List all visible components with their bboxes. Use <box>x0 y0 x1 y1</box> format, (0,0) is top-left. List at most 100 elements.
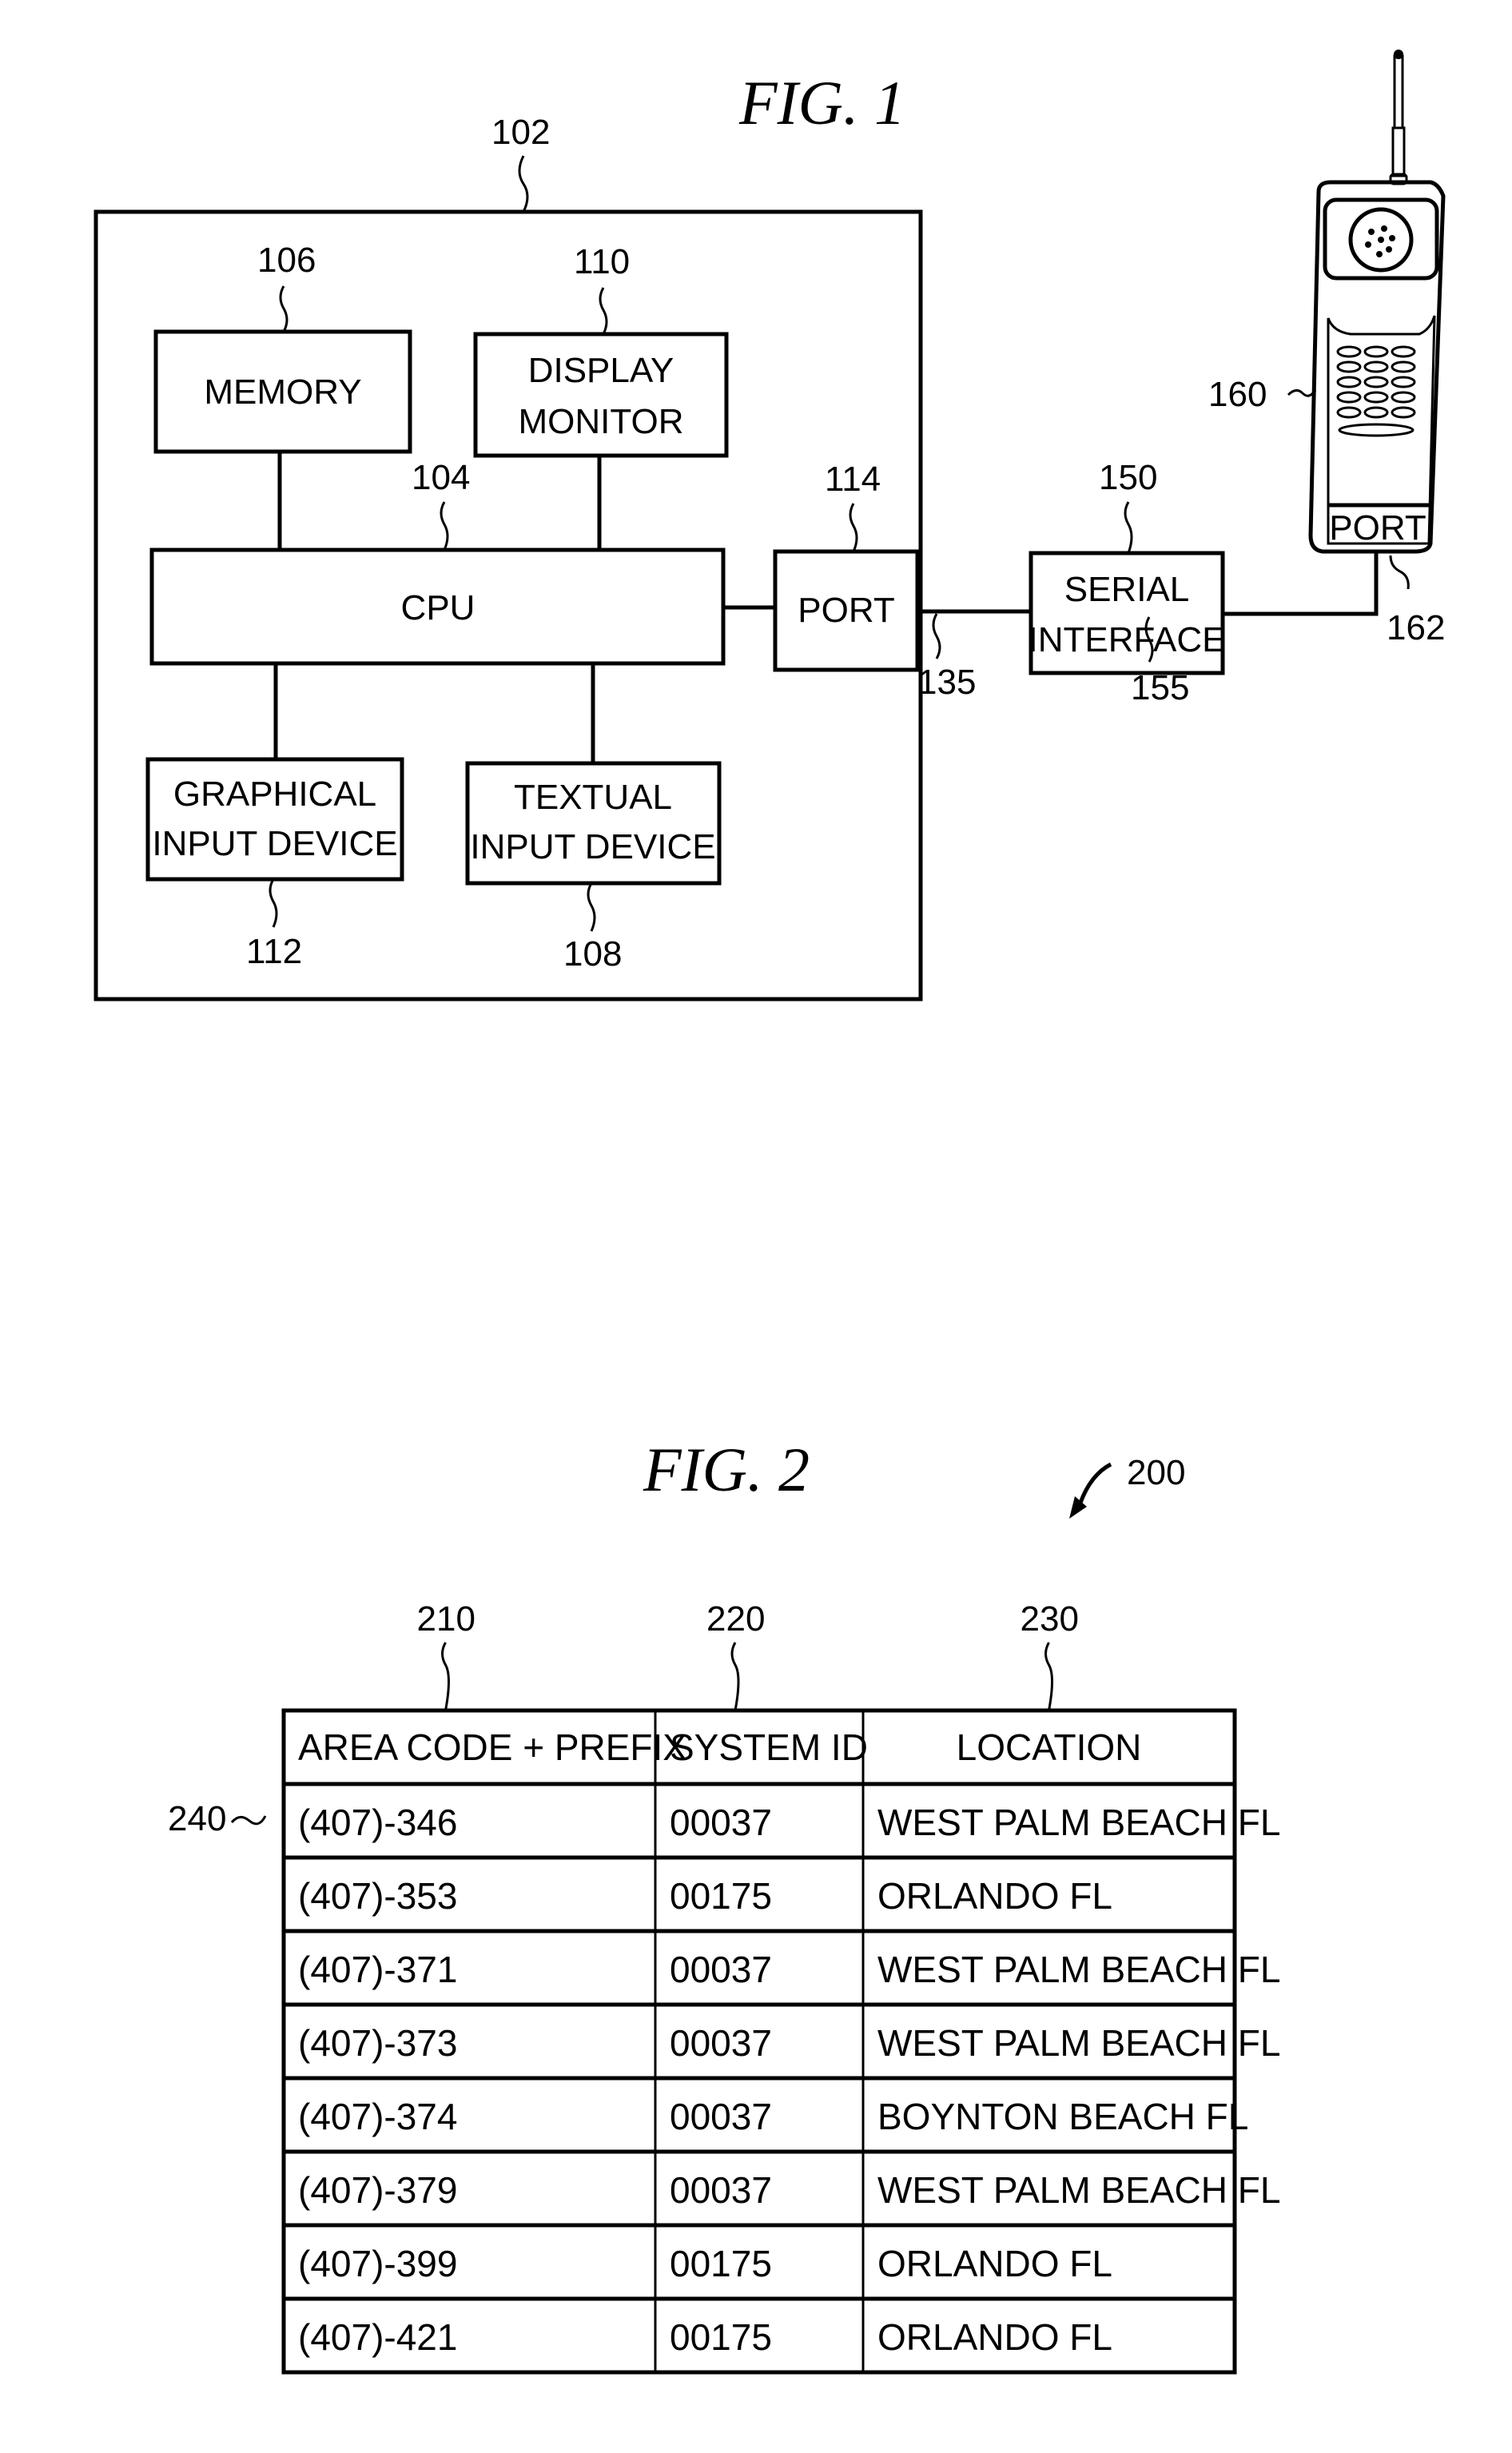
table-cell: (407)-353 <box>298 1875 457 1917</box>
ref-160: 160 <box>1208 375 1267 414</box>
ref-110: 110 <box>574 242 630 281</box>
table-cell: 00037 <box>670 2096 772 2137</box>
serial-interface-label-line2: INTERFACE <box>1029 620 1226 659</box>
table-row: (407)-346 00037 WEST PALM BEACH FL <box>298 1802 1280 1843</box>
phone-body <box>1308 180 1446 554</box>
table-row: (407)-379 00037 WEST PALM BEACH FL <box>298 2169 1280 2211</box>
leader-108 <box>587 882 596 932</box>
textual-input-device-block: TEXTUAL INPUT DEVICE 108 <box>465 761 722 974</box>
table-cell: BOYNTON BEACH FL <box>877 2096 1248 2137</box>
port-label: PORT <box>798 591 894 630</box>
table-cell: WEST PALM BEACH FL <box>877 1802 1280 1843</box>
serial-interface-block: SERIAL INTERFACE 150 <box>1029 458 1226 675</box>
arrow-200 <box>1078 1462 1112 1503</box>
leader-150 <box>1124 501 1133 554</box>
leader-112 <box>269 878 278 928</box>
column-header: SYSTEM ID <box>670 1726 868 1768</box>
leader-110 <box>599 287 608 335</box>
table-cell: 00175 <box>670 2243 772 2284</box>
table-row: (407)-371 00037 WEST PALM BEACH FL <box>298 1949 1280 1990</box>
ref-104: 104 <box>412 458 470 497</box>
table-cell: (407)-373 <box>298 2022 457 2064</box>
antenna-lower <box>1391 126 1406 177</box>
cpu-block: CPU 104 <box>149 458 726 666</box>
display-label-line1: DISPLAY <box>528 351 674 390</box>
patent-drawing-sheet: FIG. 1 102 MEMORY 106 DISPLAY MONITOR 11… <box>94 50 1446 2375</box>
memory-block: MEMORY 106 <box>153 241 412 454</box>
table-cell: (407)-421 <box>298 2316 457 2358</box>
table-cell: (407)-371 <box>298 1949 457 1990</box>
ref-114: 114 <box>825 460 881 499</box>
memory-label: MEMORY <box>204 372 361 412</box>
display-label-line2: MONITOR <box>519 402 684 441</box>
table-row: (407)-353 00175 ORLANDO FL <box>298 1875 1112 1917</box>
column-ref-labels: 210 220 230 <box>417 1599 1079 1711</box>
column-ref-leader <box>730 1642 740 1711</box>
arrow-200-head-icon <box>1069 1496 1087 1519</box>
serial-interface-label-line1: SERIAL <box>1064 570 1190 609</box>
fig1-title: FIG. 1 <box>738 68 905 137</box>
ref-200: 200 <box>1127 1453 1185 1492</box>
table-cell: WEST PALM BEACH FL <box>877 2022 1280 2064</box>
speaker-holes <box>1365 225 1395 257</box>
port-block: PORT 114 <box>773 460 920 672</box>
display-monitor-block: DISPLAY MONITOR 110 <box>473 242 729 458</box>
table-cell: ORLANDO FL <box>877 1875 1112 1917</box>
table-row: (407)-374 00037 BOYNTON BEACH FL <box>298 2096 1248 2137</box>
table-cell: (407)-379 <box>298 2169 457 2211</box>
ref-240: 240 <box>168 1799 226 1838</box>
ref-106: 106 <box>257 241 316 280</box>
leader-160 <box>1287 389 1317 397</box>
ref-112: 112 <box>246 932 302 971</box>
leader-240 <box>230 1815 267 1826</box>
ref-135: 135 <box>917 663 976 702</box>
table-cell: (407)-374 <box>298 2096 457 2137</box>
keypad-keys <box>1336 345 1416 437</box>
system-id-table: AREA CODE + PREFIXSYSTEM ID LOCATION (407)… <box>281 1708 1280 2375</box>
column-header: LOCATION <box>957 1726 1142 1768</box>
table-cell: 00037 <box>670 2022 772 2064</box>
table-cell: 00175 <box>670 1875 772 1917</box>
ref-155: 155 <box>1131 668 1189 707</box>
table-cell: 00037 <box>670 2169 772 2211</box>
ref-102: 102 <box>491 113 550 152</box>
textual-input-label-line2: INPUT DEVICE <box>470 827 715 866</box>
ref-150: 150 <box>1099 458 1157 497</box>
table-cell: WEST PALM BEACH FL <box>877 2169 1280 2211</box>
table-cell: ORLANDO FL <box>877 2243 1112 2284</box>
antenna-tip-icon <box>1394 50 1403 59</box>
leader-114 <box>849 503 858 552</box>
column-ref: 230 <box>1021 1599 1079 1639</box>
graphical-input-label-line2: INPUT DEVICE <box>152 824 397 863</box>
table-cell: 00037 <box>670 1802 772 1843</box>
fig2-title: FIG. 2 <box>643 1435 810 1504</box>
cpu-label: CPU <box>401 588 475 627</box>
table-cell: 00175 <box>670 2316 772 2358</box>
table-cell: WEST PALM BEACH FL <box>877 1949 1280 1990</box>
column-ref: 220 <box>706 1599 765 1639</box>
graphical-input-label-line1: GRAPHICAL <box>173 775 376 814</box>
leader-135 <box>932 613 941 659</box>
ref-162: 162 <box>1387 608 1445 647</box>
table-cell: (407)-399 <box>298 2243 457 2284</box>
table-row: (407)-421 00175 ORLANDO FL <box>298 2316 1112 2358</box>
cellular-phone-160: PORT 160 162 <box>1208 50 1446 647</box>
column-ref-leader <box>441 1642 450 1711</box>
column-ref: 210 <box>417 1599 475 1639</box>
phone-port-label: PORT <box>1329 508 1426 548</box>
table-cell: (407)-346 <box>298 1802 457 1843</box>
graphical-input-device-block: GRAPHICAL INPUT DEVICE 112 <box>145 757 404 971</box>
leader-102 <box>518 155 529 213</box>
leader-162 <box>1389 555 1410 590</box>
link-155 <box>1223 550 1379 616</box>
antenna-upper <box>1393 54 1404 129</box>
leader-104 <box>440 501 449 551</box>
column-ref-leader <box>1044 1642 1053 1711</box>
table-row: (407)-373 00037 WEST PALM BEACH FL <box>298 2022 1280 2064</box>
table-cell: 00037 <box>670 1949 772 1990</box>
table-row: (407)-399 00175 ORLANDO FL <box>298 2243 1112 2284</box>
textual-input-label-line1: TEXTUAL <box>514 778 672 817</box>
ref-108: 108 <box>563 934 622 974</box>
column-header: AREA CODE + PREFIX <box>298 1726 687 1768</box>
table-cell: ORLANDO FL <box>877 2316 1112 2358</box>
